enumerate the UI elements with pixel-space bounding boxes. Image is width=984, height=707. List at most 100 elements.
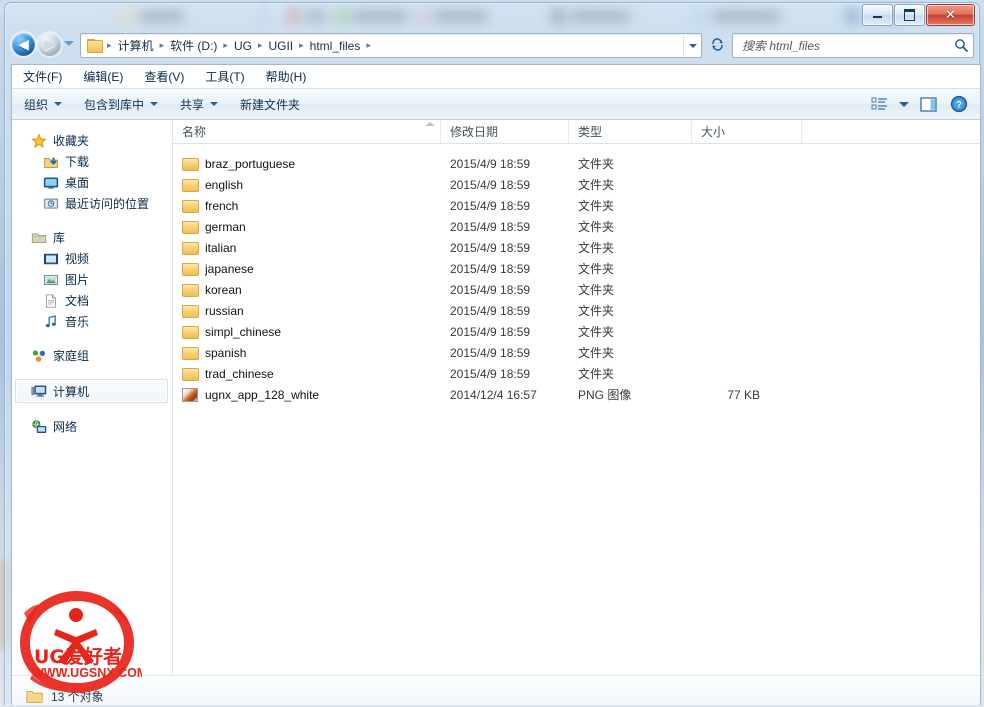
table-row[interactable]: russian 2015/4/9 18:59 文件夹 [173,300,980,321]
file-name-cell[interactable]: trad_chinese [173,367,441,381]
column-header-name-label: 名称 [182,125,207,139]
sidebar-item-favorites[interactable]: 收藏夹 [12,130,172,151]
breadcrumb-item-ug[interactable]: UG [231,37,255,55]
file-name-label: spanish [205,345,247,360]
sidebar-item-network[interactable]: 网络 [12,416,172,437]
breadcrumb-item-drive-d[interactable]: 软件 (D:) [167,35,220,56]
file-name-cell[interactable]: russian [173,304,441,318]
file-name-cell[interactable]: italian [173,241,441,255]
breadcrumb-separator[interactable]: ▸ [363,41,374,51]
table-row[interactable]: spanish 2015/4/9 18:59 文件夹 [173,342,980,363]
column-header-name[interactable]: 名称 [173,120,441,143]
view-mode-button[interactable] [866,93,892,115]
sidebar-item-homegroup[interactable]: 家庭组 [12,345,172,366]
file-date-cell: 2015/4/9 18:59 [450,303,531,318]
sidebar-item-pictures[interactable]: 图片 [12,269,172,290]
file-name-cell[interactable]: korean [173,283,441,297]
menu-item-edit[interactable]: 编辑(E) [81,66,132,87]
sidebar-item-recent-places[interactable]: 最近访问的位置 [12,193,172,214]
table-row[interactable]: trad_chinese 2015/4/9 18:59 文件夹 [173,363,980,384]
explorer-body: 收藏夹 下载 桌面 最近访问的位置 库 视频 图片 文档 音乐 家庭组 计算机 … [12,120,980,675]
sidebar-item-music[interactable]: 音乐 [12,311,172,332]
sidebar-item-downloads[interactable]: 下载 [12,151,172,172]
organize-label: 组织 [24,97,49,112]
close-icon: ✕ [945,7,956,23]
share-with-button[interactable]: 共享 [180,96,219,113]
breadcrumb-separator[interactable]: ▸ [296,41,307,51]
sidebar-label: 最近访问的位置 [65,197,150,211]
refresh-button[interactable] [706,33,728,56]
search-input[interactable] [740,37,949,54]
table-row[interactable]: simpl_chinese 2015/4/9 18:59 文件夹 [173,321,980,342]
file-date-cell: 2015/4/9 18:59 [450,198,531,213]
sidebar-item-computer[interactable]: 计算机 [15,379,168,403]
new-folder-label: 新建文件夹 [240,97,301,112]
maximize-button[interactable] [894,4,925,26]
file-name-cell[interactable]: ugnx_app_128_white [173,387,441,402]
table-row[interactable]: german 2015/4/9 18:59 文件夹 [173,216,980,237]
title-bar[interactable]: ✕ [4,2,980,28]
menu-item-file[interactable]: 文件(F) [21,66,71,87]
history-dropdown-icon[interactable] [64,41,74,46]
file-name-cell[interactable]: braz_portuguese [173,157,441,171]
table-row[interactable]: korean 2015/4/9 18:59 文件夹 [173,279,980,300]
folder-icon [182,346,199,360]
file-name-cell[interactable]: french [173,199,441,213]
address-dropdown-button[interactable] [683,35,701,56]
file-date-cell: 2015/4/9 18:59 [450,240,531,255]
sidebar-item-documents[interactable]: 文档 [12,290,172,311]
documents-icon [43,293,59,309]
menu-item-help[interactable]: 帮助(H) [264,66,316,87]
menu-item-view[interactable]: 查看(V) [142,66,193,87]
breadcrumb-item-ugii[interactable]: UGII [265,37,296,55]
file-date-cell: 2015/4/9 18:59 [450,177,531,192]
breadcrumb-separator[interactable]: ▸ [157,41,168,51]
navigation-pane: 收藏夹 下载 桌面 最近访问的位置 库 视频 图片 文档 音乐 家庭组 计算机 … [12,120,173,675]
preview-pane-button[interactable] [916,93,942,115]
table-row[interactable]: japanese 2015/4/9 18:59 文件夹 [173,258,980,279]
view-mode-dropdown-button[interactable] [896,93,912,115]
file-date-cell: 2014/12/4 16:57 [450,387,537,402]
videos-icon [43,251,59,267]
table-row[interactable]: italian 2015/4/9 18:59 文件夹 [173,237,980,258]
table-row[interactable]: english 2015/4/9 18:59 文件夹 [173,174,980,195]
back-arrow-icon: ◀ [18,36,29,53]
menu-item-tools[interactable]: 工具(T) [203,66,253,87]
sidebar-item-desktop[interactable]: 桌面 [12,172,172,193]
sidebar-item-videos[interactable]: 视频 [12,248,172,269]
minimize-button[interactable] [862,4,893,26]
breadcrumb-separator[interactable]: ▸ [220,41,231,51]
window-controls: ✕ [862,4,975,26]
column-header-date[interactable]: 修改日期 [441,120,569,143]
file-name-label: russian [205,303,244,318]
new-folder-button[interactable]: 新建文件夹 [240,96,300,113]
table-row[interactable]: french 2015/4/9 18:59 文件夹 [173,195,980,216]
close-button[interactable]: ✕ [926,4,975,26]
file-name-cell[interactable]: german [173,220,441,234]
file-name-cell[interactable]: simpl_chinese [173,325,441,339]
breadcrumb-item-computer[interactable]: 计算机 [115,35,157,56]
file-name-cell[interactable]: spanish [173,346,441,360]
file-name-cell[interactable]: japanese [173,262,441,276]
search-box[interactable] [732,33,974,58]
breadcrumb-item-html-files[interactable]: html_files [307,37,364,55]
column-header-size[interactable]: 大小 [692,120,802,143]
forward-button[interactable]: ▶ [38,33,61,56]
table-row[interactable]: braz_portuguese 2015/4/9 18:59 文件夹 [173,153,980,174]
help-button[interactable]: ? [946,93,972,115]
status-bar: 13 个对象 [12,675,980,705]
breadcrumb-separator[interactable]: ▸ [104,41,115,51]
file-name-cell[interactable]: english [173,178,441,192]
folder-icon [182,304,199,318]
column-header-type[interactable]: 类型 [569,120,692,143]
breadcrumb-separator[interactable]: ▸ [255,41,266,51]
table-row[interactable]: ugnx_app_128_white 2014/12/4 16:57 PNG 图像 7… [173,384,980,405]
address-bar[interactable]: ▸ 计算机 ▸ 软件 (D:) ▸ UG ▸ UGII ▸ html_files… [80,33,702,58]
nav-group-homegroup: 家庭组 [12,345,172,366]
sidebar-item-libraries[interactable]: 库 [12,227,172,248]
include-in-library-button[interactable]: 包含到库中 [84,96,159,113]
back-button[interactable]: ◀ [12,33,35,56]
organize-button[interactable]: 组织 [24,96,63,113]
column-header-date-label: 修改日期 [450,125,499,139]
desktop-icon [43,175,59,191]
